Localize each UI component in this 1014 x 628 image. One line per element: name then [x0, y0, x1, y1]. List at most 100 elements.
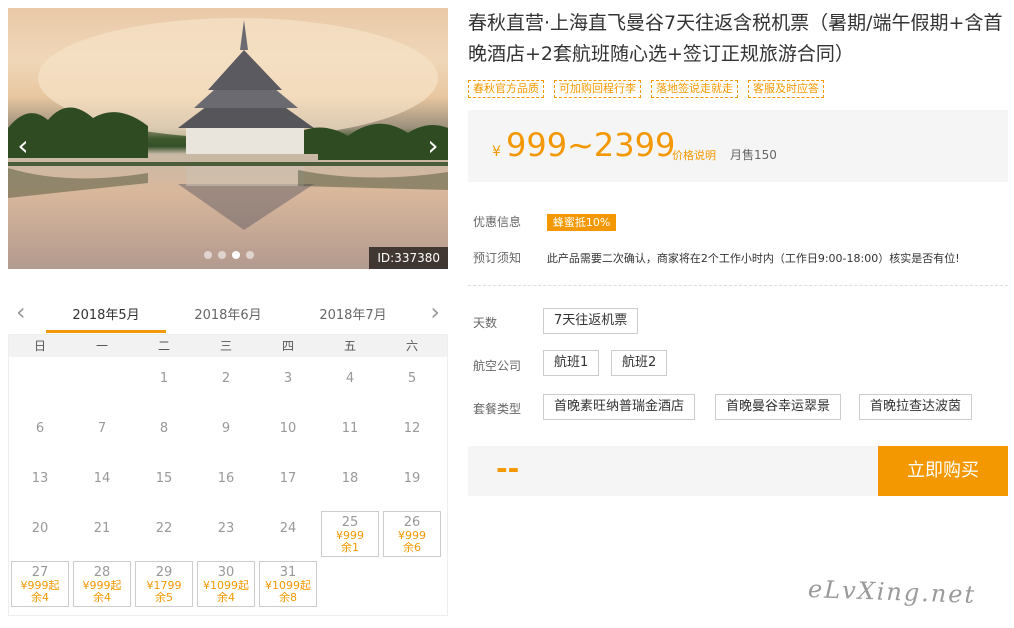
calendar-day: 18 [321, 461, 379, 507]
day-remaining: 余6 [403, 541, 421, 554]
weekday-label: 四 [281, 339, 294, 353]
slide-dot-active[interactable] [232, 251, 240, 259]
calendar-month-nav: ‹ 2018年5月 2018年6月 2018年7月 › [8, 298, 448, 334]
day-number: 6 [35, 421, 45, 436]
day-number: 4 [345, 371, 355, 386]
prev-month-chevron-icon[interactable]: ‹ [16, 300, 26, 324]
day-number: 13 [31, 471, 49, 486]
price-explain-link[interactable]: 价格说明 [672, 147, 716, 163]
day-number: 7 [97, 421, 107, 436]
day-number: 5 [407, 371, 417, 386]
weekday-label: 六 [405, 339, 418, 353]
month-tab[interactable]: 2018年6月 [168, 304, 288, 330]
airline-label: 航空公司 [473, 359, 522, 373]
feature-tag: 春秋官方品质 [468, 80, 544, 98]
day-number: 22 [155, 521, 173, 536]
airline-option[interactable]: 航班2 [611, 350, 668, 376]
discount-row: 优惠信息 蜂蜜抵10% [473, 213, 617, 231]
days-option[interactable]: 7天往返机票 [543, 308, 639, 334]
feature-tag: 客服及时应答 [748, 80, 824, 98]
airline-option[interactable]: 航班1 [543, 350, 600, 376]
day-remaining: 余8 [279, 591, 297, 604]
day-number: 21 [93, 521, 111, 536]
calendar-day[interactable]: 30 ¥1099起 余4 [197, 561, 255, 607]
chevron-right-icon[interactable]: › [420, 126, 446, 166]
day-remaining: 余4 [31, 591, 49, 604]
day-remaining: 余4 [93, 591, 111, 604]
day-number: 16 [217, 471, 235, 486]
calendar-day: 9 [197, 411, 255, 457]
weekday-label: 二 [157, 339, 170, 353]
calendar-day[interactable]: 27 ¥999起 余4 [11, 561, 69, 607]
image-id-label: ID:337380 [369, 247, 448, 269]
day-number: 19 [403, 471, 421, 486]
day-number: 29 [155, 565, 173, 580]
calendar-day: 24 [259, 511, 317, 557]
calendar-day[interactable]: 25 ¥999 余1 [321, 511, 379, 557]
day-number: 27 [31, 565, 49, 580]
temple-illustration [8, 18, 448, 230]
slide-dot[interactable] [218, 251, 226, 259]
calendar-day: 16 [197, 461, 255, 507]
day-number: 20 [31, 521, 49, 536]
day-number: 23 [217, 521, 235, 536]
day-number: 3 [283, 371, 293, 386]
day-number: 18 [341, 471, 359, 486]
day-number: 26 [403, 515, 421, 530]
package-option[interactable]: 首晚素旺纳普瑞金酒店 [543, 394, 696, 420]
total-price: -- [496, 452, 520, 485]
feature-tags: 春秋官方品质 可加购回程行李 落地签说走就走 客服及时应答 [468, 80, 824, 98]
calendar-day: 11 [321, 411, 379, 457]
day-number: 8 [159, 421, 169, 436]
next-month-chevron-icon[interactable]: › [430, 300, 440, 324]
calendar-day: 10 [259, 411, 317, 457]
discount-label: 优惠信息 [473, 215, 522, 229]
product-title: 春秋直营·上海直飞曼谷7天往返含税机票（暑期/端午假期+含首晚酒店+2套航班随心… [468, 12, 1003, 65]
calendar-day: 8 [135, 411, 193, 457]
weekday-label: 五 [343, 339, 356, 353]
package-label: 套餐类型 [473, 402, 522, 416]
package-option[interactable]: 首晚拉查达波茵 [859, 394, 973, 420]
day-number: 9 [221, 421, 231, 436]
calendar-day[interactable]: 31 ¥1099起 余8 [259, 561, 317, 607]
calendar-day: 23 [197, 511, 255, 557]
calendar-day: 4 [321, 361, 379, 407]
buy-now-button[interactable]: 立即购买 [878, 446, 1008, 496]
product-hero-image: ‹ › ID:337380 [8, 8, 448, 269]
calendar-day: 15 [135, 461, 193, 507]
notice-label: 预订须知 [473, 251, 522, 265]
day-number: 2 [221, 371, 231, 386]
price-box: ¥ 999~2399 价格说明 月售150 [468, 110, 1008, 182]
weekday-label: 三 [219, 339, 232, 353]
calendar-day: 21 [73, 511, 131, 557]
day-number: 15 [155, 471, 173, 486]
slide-dot[interactable] [246, 251, 254, 259]
day-number: 24 [279, 521, 297, 536]
slide-dot[interactable] [204, 251, 212, 259]
calendar-day[interactable]: 28 ¥999起 余4 [73, 561, 131, 607]
calendar-day: 13 [11, 461, 69, 507]
day-number: 30 [217, 565, 235, 580]
calendar-day: 14 [73, 461, 131, 507]
feature-tag: 落地签说走就走 [651, 80, 738, 98]
calendar-days: 1 2 3 4 5 6 7 8 9 10 11 12 13 14 15 16 17 18 19 20 21 22 23 24 2… [9, 357, 447, 615]
calendar-day[interactable]: 29 ¥1799 余5 [135, 561, 193, 607]
chevron-left-icon[interactable]: ‹ [10, 126, 36, 166]
package-option[interactable]: 首晚曼谷幸运翠景 [715, 394, 842, 420]
day-number: 17 [279, 471, 297, 486]
day-number: 11 [341, 421, 359, 436]
month-tab[interactable]: 2018年7月 [293, 304, 413, 330]
calendar-day[interactable]: 26 ¥999 余6 [383, 511, 441, 557]
discount-badge: 蜂蜜抵10% [546, 214, 617, 231]
day-number: 10 [279, 421, 297, 436]
calendar-day: 3 [259, 361, 317, 407]
calendar-day: 1 [135, 361, 193, 407]
month-tab[interactable]: 2018年5月 [46, 304, 166, 333]
day-number: 1 [159, 371, 169, 386]
monthly-sales: 月售150 [730, 148, 777, 162]
calendar-day: 2 [197, 361, 255, 407]
day-number: 28 [93, 565, 111, 580]
currency-symbol: ¥ [492, 144, 501, 160]
day-remaining: 余5 [155, 591, 173, 604]
date-calendar: 日 一 二 三 四 五 六 1 2 3 4 5 6 7 8 9 10 11 12 13 14 15 16 17 1… [8, 334, 448, 616]
